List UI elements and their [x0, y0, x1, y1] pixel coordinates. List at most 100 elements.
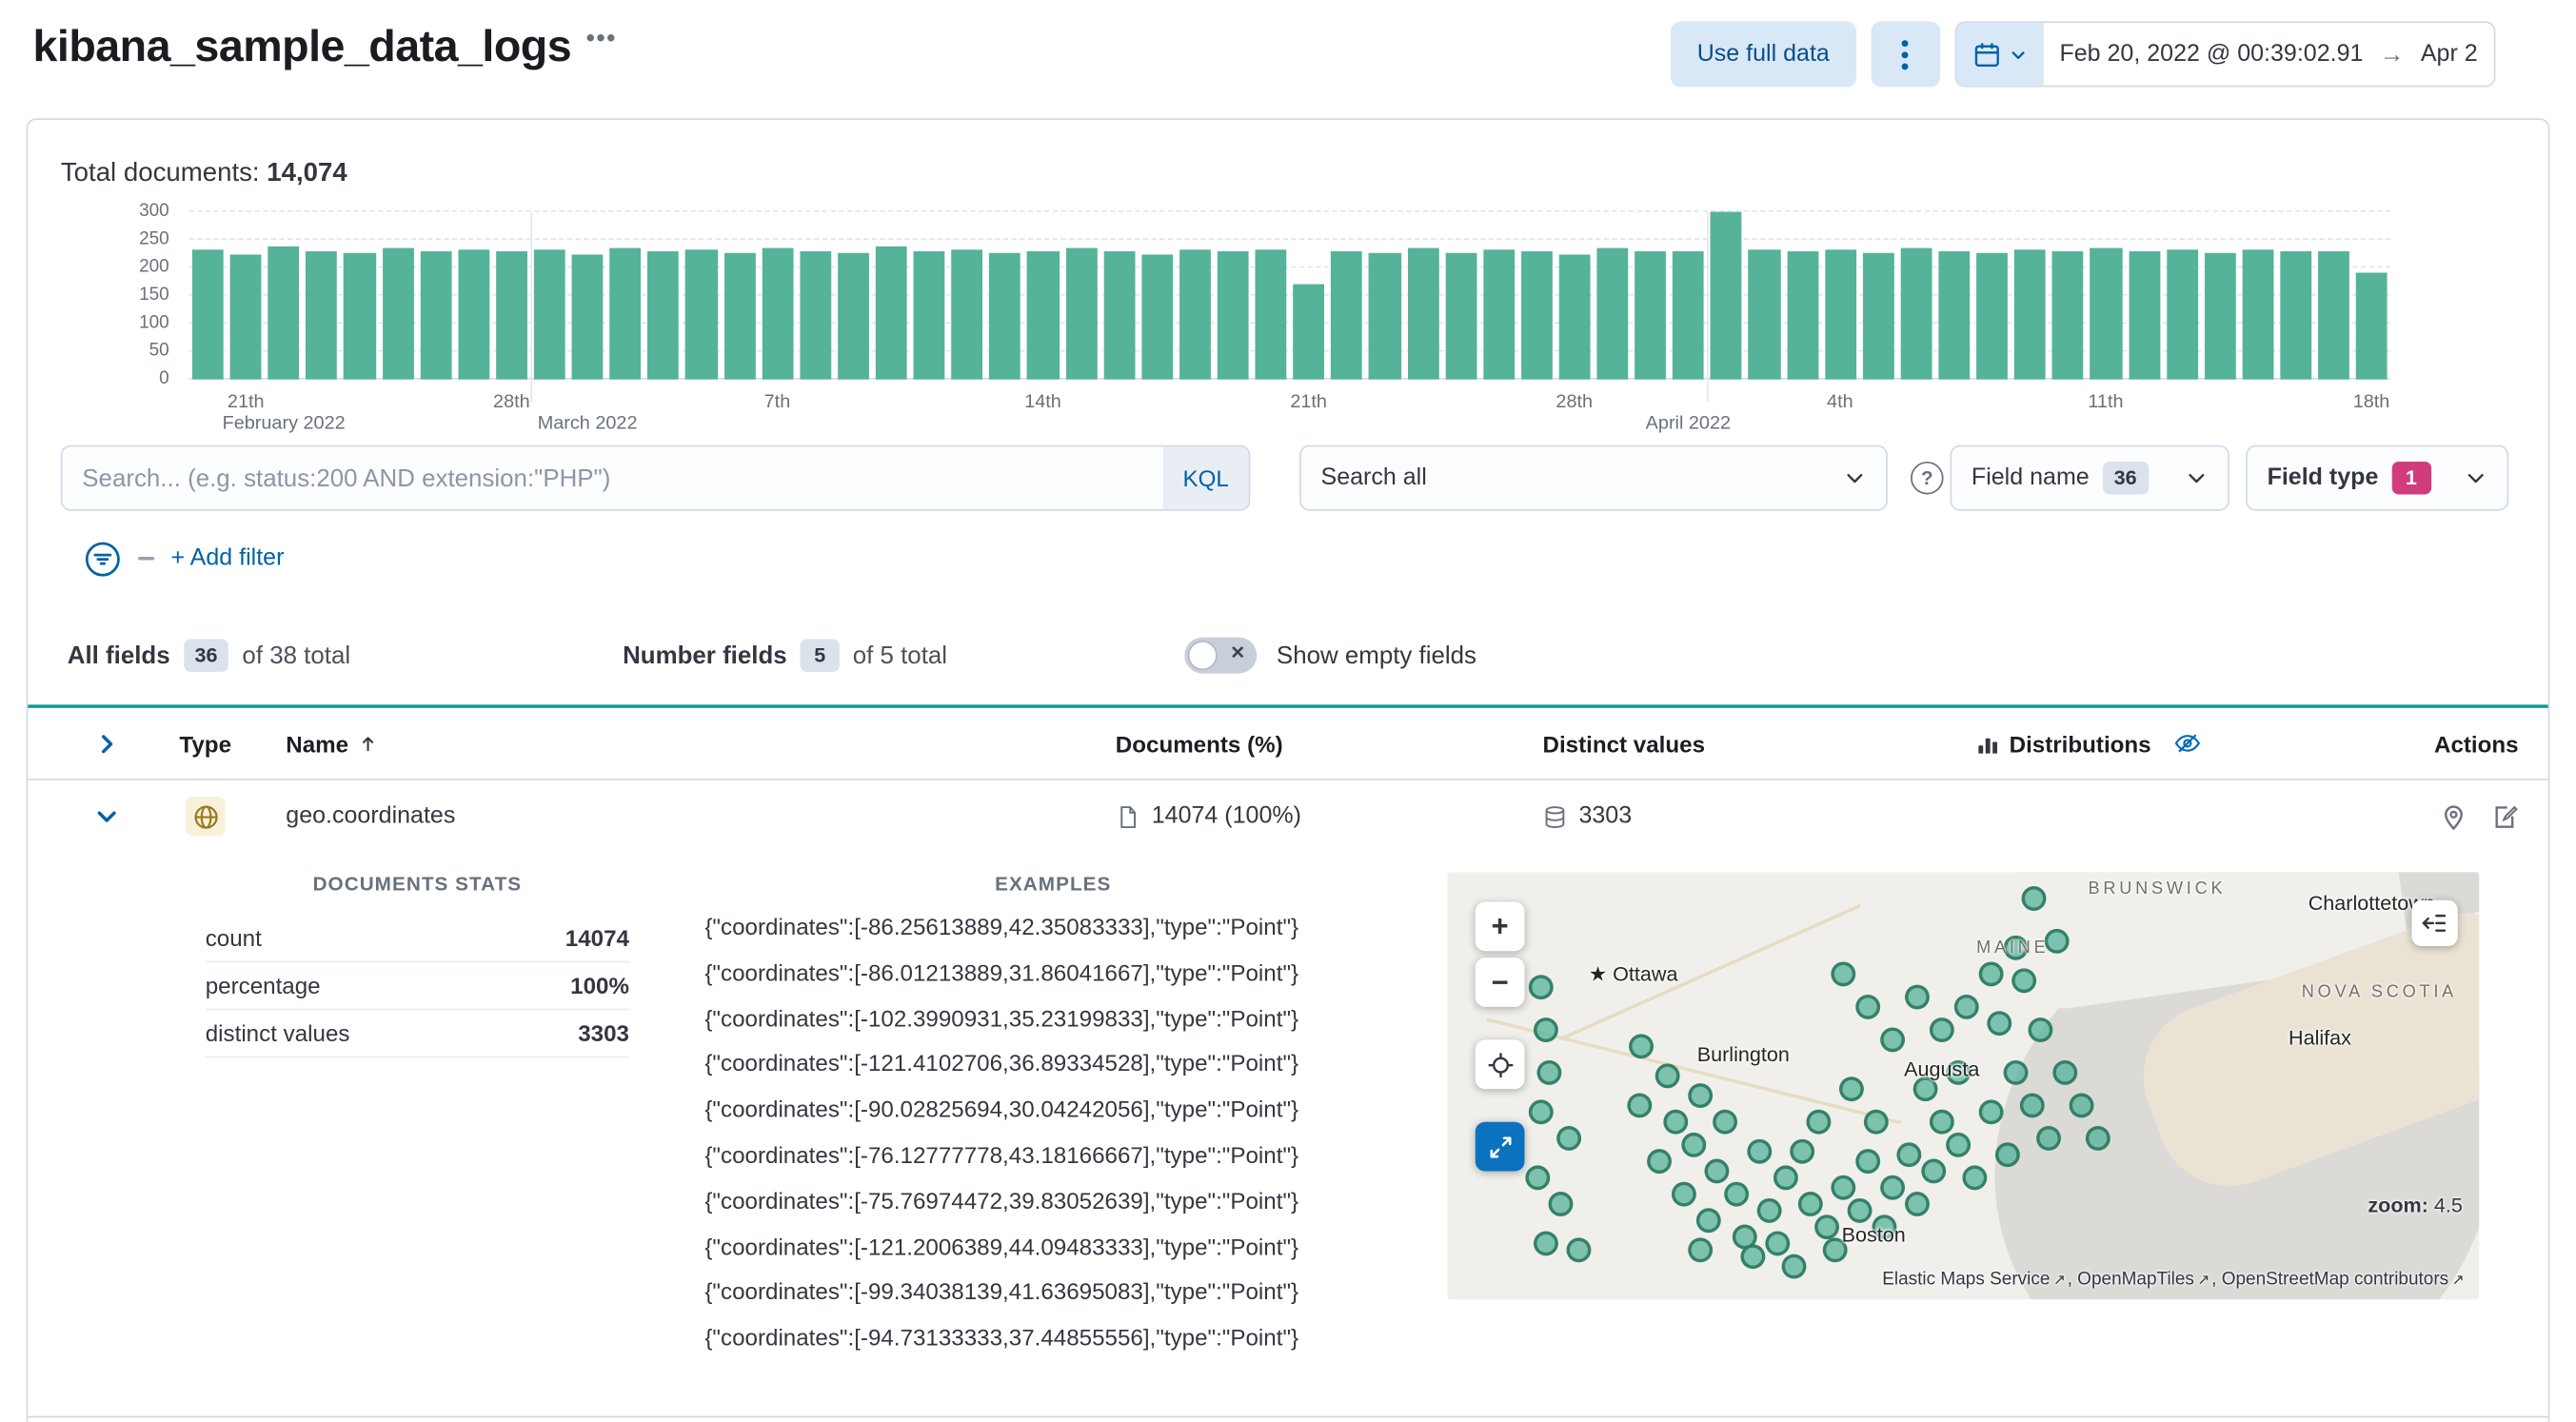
histogram-bar[interactable]	[647, 251, 680, 380]
collapse-row-chevron-down-icon[interactable]	[93, 803, 120, 830]
histogram-bar[interactable]	[2242, 248, 2274, 380]
histogram-bar[interactable]	[495, 250, 527, 380]
map-legend-toggle-button[interactable]	[2411, 899, 2458, 947]
histogram-bar[interactable]	[191, 250, 224, 380]
example-value: {"coordinates":[-94.73133333,37.44855556…	[704, 1324, 1299, 1351]
histogram-bar[interactable]	[2052, 251, 2085, 380]
histogram-bar[interactable]	[609, 247, 642, 380]
histogram-bar[interactable]	[1749, 248, 1781, 380]
histogram-bar[interactable]	[1635, 250, 1667, 380]
map-zoom-in-button[interactable]: +	[1475, 901, 1525, 952]
field-type-filter[interactable]: Field type 1	[2246, 444, 2509, 511]
histogram-bar[interactable]	[229, 254, 262, 380]
coordinates-map[interactable]: BRUNSWICK Charlottetown MAINE ★ Ottawa NOVA …	[1447, 872, 2480, 1300]
date-range-start[interactable]: Feb 20, 2022 @ 00:39:02.91	[2043, 41, 2380, 68]
histogram-bar[interactable]	[571, 253, 604, 380]
histogram-bar[interactable]	[382, 248, 414, 380]
map-attribution-link[interactable]: OpenStreetMap contributors	[2222, 1270, 2448, 1290]
histogram-bar[interactable]	[723, 252, 756, 380]
map-locate-button[interactable]	[1475, 1039, 1525, 1090]
histogram-bar[interactable]	[1862, 252, 1894, 380]
map-attribution-link[interactable]: Elastic Maps Service	[1882, 1270, 2050, 1290]
histogram-bar[interactable]	[800, 250, 831, 380]
histogram-bar[interactable]	[2090, 247, 2122, 380]
histogram-bar[interactable]	[1140, 253, 1173, 380]
histogram-bar[interactable]	[1520, 251, 1553, 380]
histogram-bar[interactable]	[1369, 252, 1401, 380]
kql-badge[interactable]: KQL	[1162, 446, 1249, 509]
histogram-bar[interactable]	[1331, 251, 1363, 380]
map-data-point	[2085, 1126, 2110, 1151]
histogram-bar[interactable]	[306, 251, 338, 380]
histogram-bar[interactable]	[1255, 250, 1287, 380]
map-data-point	[1704, 1158, 1730, 1184]
histogram-bar[interactable]	[2356, 273, 2388, 380]
histogram-bar[interactable]	[1824, 250, 1856, 380]
histogram-bar[interactable]	[875, 247, 907, 380]
histogram-bar[interactable]	[989, 252, 1021, 380]
view-in-maps-button[interactable]	[2440, 802, 2467, 830]
add-filter-button[interactable]: + Add filter	[170, 545, 284, 572]
show-empty-fields-label[interactable]: Show empty fields	[1277, 642, 1476, 669]
histogram-bar[interactable]	[685, 250, 718, 380]
date-range-end[interactable]: Apr 2	[2405, 41, 2494, 68]
histogram-bar[interactable]	[1711, 211, 1743, 380]
edit-field-button[interactable]	[2490, 802, 2518, 830]
show-empty-fields-toggle[interactable]: ✕	[1184, 637, 1258, 674]
hide-distributions-button[interactable]	[2174, 729, 2202, 757]
map-zoom-out-button[interactable]: −	[1475, 958, 1525, 1007]
histogram-bar[interactable]	[1482, 250, 1515, 380]
histogram-bar[interactable]	[533, 248, 565, 380]
histogram-bar[interactable]	[268, 247, 300, 380]
map-pin-icon	[2444, 804, 2463, 830]
histogram-bar[interactable]	[951, 249, 983, 380]
histogram-bar[interactable]	[1179, 248, 1211, 380]
filter-icon[interactable]	[84, 540, 122, 578]
documents-histogram[interactable]: 0 50 100 150 200 250 300 21th 28th 7th 14th 21th 28…	[61, 202, 2390, 434]
use-full-data-button[interactable]: Use full data	[1671, 21, 1856, 88]
histogram-bar[interactable]	[344, 253, 376, 380]
expand-all-chevron-right-icon[interactable]	[93, 730, 120, 757]
histogram-bar[interactable]	[2014, 249, 2047, 380]
histogram-bar[interactable]	[2166, 250, 2198, 380]
title-options-icon[interactable]: •••	[586, 25, 617, 52]
map-data-point	[1946, 1132, 1972, 1157]
histogram-bar[interactable]	[1558, 253, 1591, 380]
histogram-bar[interactable]	[1293, 284, 1325, 380]
histogram-bar[interactable]	[1673, 251, 1705, 380]
search-all-select[interactable]: Search all	[1299, 444, 1888, 511]
histogram-bar[interactable]	[2128, 251, 2160, 380]
histogram-bar[interactable]	[762, 248, 794, 380]
field-name-filter[interactable]: Field name 36	[1950, 444, 2229, 511]
map-expand-button[interactable]	[1475, 1121, 1525, 1172]
histogram-bar[interactable]	[1786, 251, 1818, 380]
histogram-bar[interactable]	[1976, 253, 2009, 380]
search-input[interactable]	[62, 446, 1163, 509]
map-zoom-value: 4.5	[2433, 1194, 2463, 1217]
histogram-bar[interactable]	[1407, 248, 1439, 380]
map-data-point	[1855, 1149, 1881, 1175]
column-header-name[interactable]: Name	[258, 730, 1089, 757]
more-options-button[interactable]	[1870, 21, 1940, 88]
help-icon[interactable]: ?	[1911, 461, 1944, 495]
histogram-bar[interactable]	[420, 251, 452, 380]
number-fields-summary: Number fields 5 of 5 total	[623, 632, 947, 678]
map-data-point	[1724, 1181, 1750, 1207]
histogram-bar[interactable]	[1900, 248, 1932, 380]
histogram-bar[interactable]	[2280, 250, 2312, 380]
histogram-bar[interactable]	[1938, 250, 1971, 380]
histogram-bar[interactable]	[2318, 251, 2350, 380]
histogram-bar[interactable]	[913, 251, 945, 380]
histogram-plot[interactable]: 21th 28th 7th 14th 21th 28th 4th 11th 18th Februa…	[188, 209, 2390, 434]
histogram-bar[interactable]	[1103, 251, 1136, 380]
histogram-bar[interactable]	[1596, 247, 1629, 380]
histogram-bar[interactable]	[458, 249, 490, 380]
histogram-bar[interactable]	[1445, 253, 1476, 380]
date-picker-calendar-button[interactable]	[1955, 23, 2044, 86]
map-attribution-link[interactable]: OpenMapTiles	[2077, 1270, 2194, 1290]
histogram-bar[interactable]	[1027, 250, 1060, 380]
histogram-bar[interactable]	[2204, 253, 2236, 380]
histogram-bar[interactable]	[837, 253, 869, 380]
histogram-bar[interactable]	[1065, 247, 1098, 380]
histogram-bar[interactable]	[1217, 251, 1249, 380]
